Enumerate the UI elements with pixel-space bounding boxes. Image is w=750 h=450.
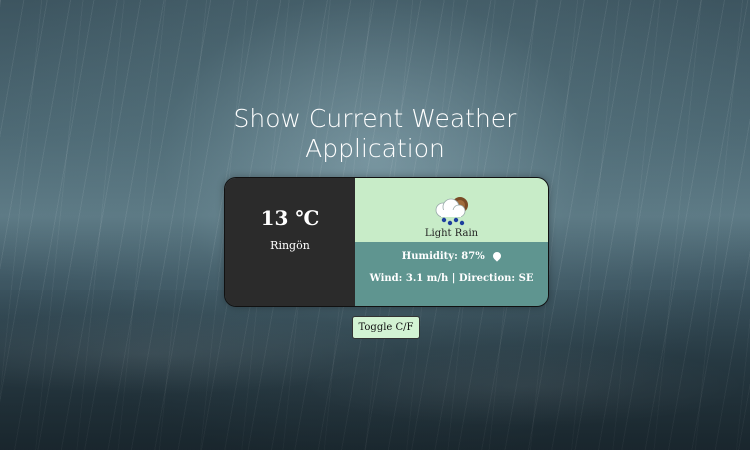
separator: | [451, 273, 456, 284]
page-title-line-1: Show Current Weather [233, 104, 517, 133]
condition-section: Light Rain [355, 178, 548, 242]
wind-value: 3.1 m/h [405, 273, 449, 284]
weather-details: Humidity: 87% Wind: 3.1 m/h | Direction:… [355, 242, 548, 306]
wind-label: Wind: [369, 273, 403, 284]
direction-value: SE [518, 273, 534, 284]
weather-card: 13 ℃ Ringön Light Rain Humidity: 87% Win… [224, 177, 549, 307]
humidity-row: Humidity: 87% [355, 250, 548, 263]
humidity-label: Humidity: [401, 251, 458, 262]
toggle-unit-button[interactable]: Toggle C/F [352, 316, 420, 339]
wind-row: Wind: 3.1 m/h | Direction: SE [355, 272, 548, 285]
page-title: Show Current Weather Application [0, 104, 750, 164]
city-name: Ringön [270, 239, 310, 252]
direction-label: Direction: [458, 273, 516, 284]
details-panel: Light Rain Humidity: 87% Wind: 3.1 m/h |… [355, 178, 548, 306]
droplet-icon [491, 250, 503, 262]
cloud-rain-icon [435, 197, 468, 226]
page-title-line-2: Application [305, 134, 445, 163]
puddle-background [0, 290, 750, 450]
condition-text: Light Rain [424, 228, 479, 239]
temperature-panel: 13 ℃ Ringön [225, 178, 355, 306]
humidity-value: 87% [461, 251, 485, 262]
temperature-value: 13 ℃ [260, 206, 320, 230]
